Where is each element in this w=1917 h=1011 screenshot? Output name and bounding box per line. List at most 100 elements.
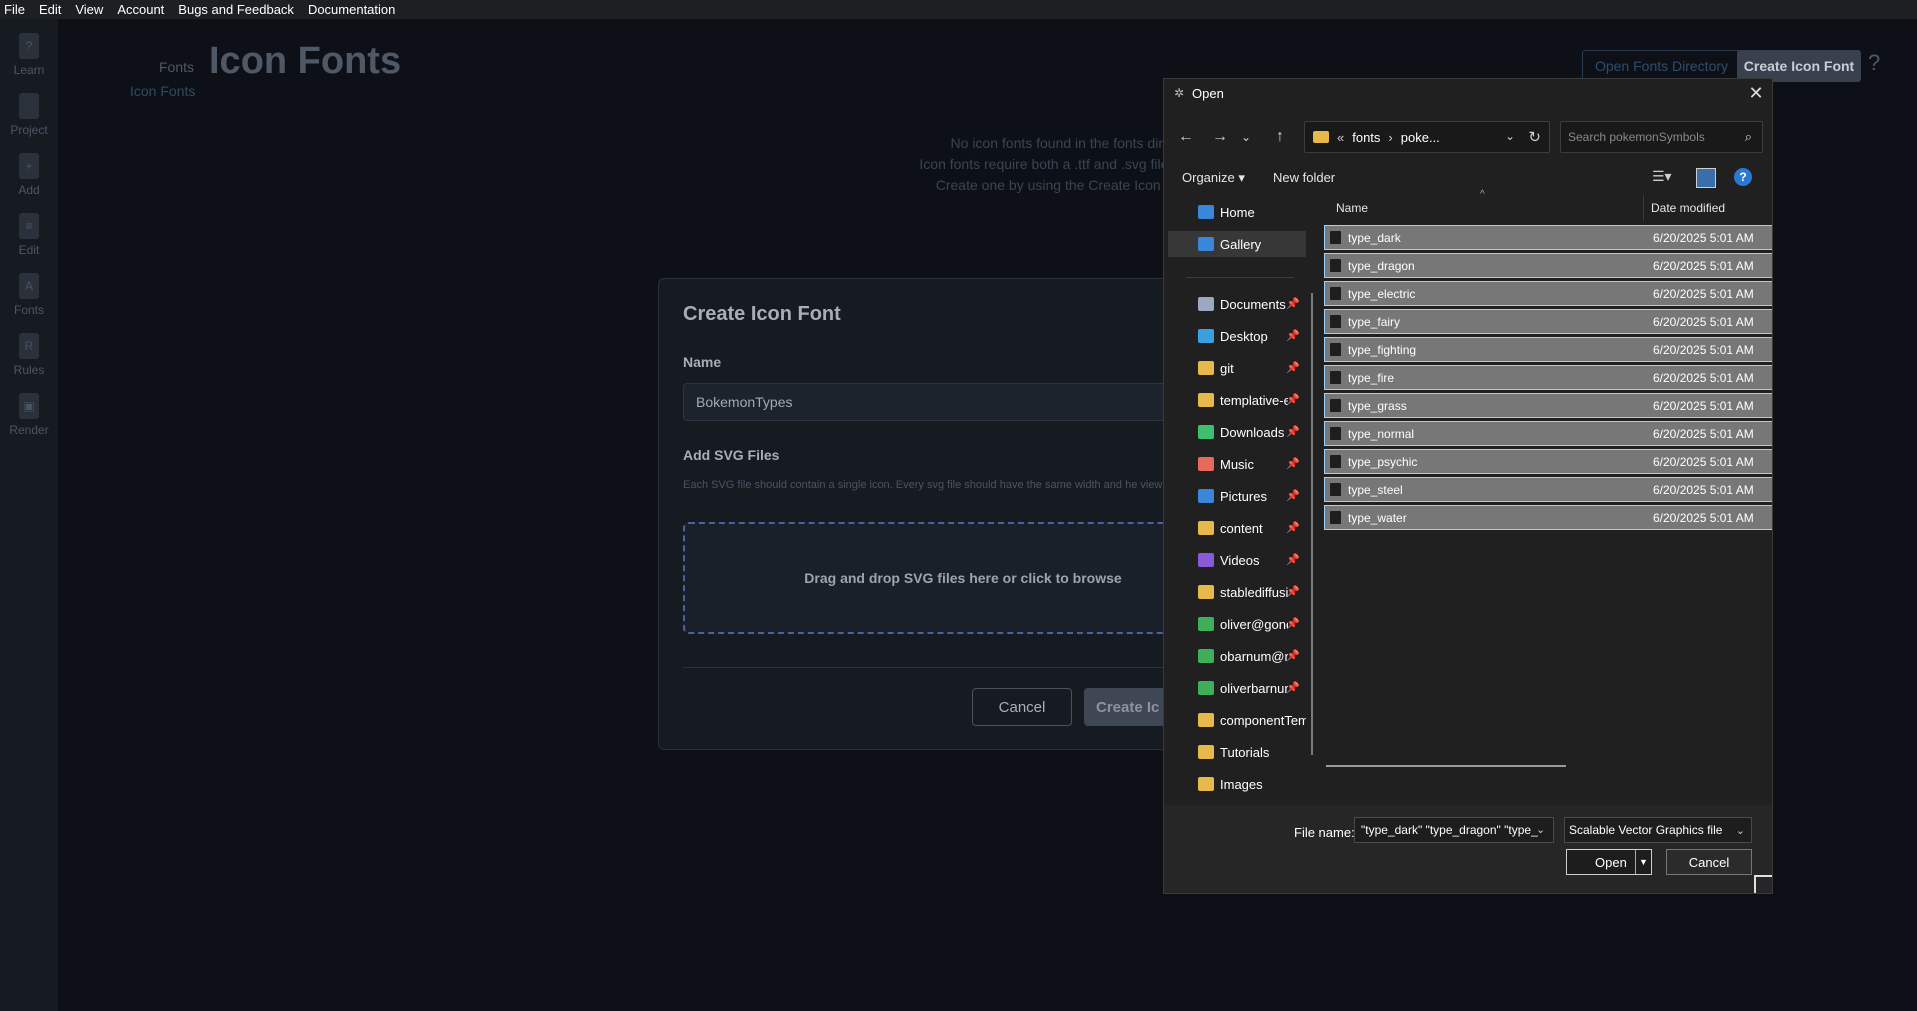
file-name: type_fairy xyxy=(1348,314,1401,329)
column-header-name[interactable]: Name xyxy=(1336,201,1368,215)
nav-item-documents[interactable]: Documents 📌 xyxy=(1168,291,1306,317)
file-date: 6/20/2025 5:01 AM xyxy=(1653,371,1754,385)
menu-edit[interactable]: Edit xyxy=(39,2,61,17)
add-svg-files-label: Add SVG Files xyxy=(683,447,780,463)
file-name: type_psychic xyxy=(1348,454,1418,469)
chevron-down-icon[interactable]: ⌄ xyxy=(1536,823,1545,836)
address-segment-fonts[interactable]: fonts xyxy=(1352,130,1380,145)
nav-item-downloads[interactable]: Downloads 📌 xyxy=(1168,419,1306,445)
open-button[interactable]: Open ▼ xyxy=(1566,849,1652,875)
horizontal-scrollbar[interactable] xyxy=(1326,765,1566,767)
modal-cancel-button[interactable]: Cancel xyxy=(972,688,1072,726)
view-options-icon[interactable]: ☰▾ xyxy=(1652,168,1682,188)
sidebar-item-project[interactable]: Project xyxy=(0,83,58,143)
up-arrow-icon[interactable]: ↑ xyxy=(1268,125,1292,149)
search-placeholder: Search pokemonSymbols xyxy=(1568,130,1705,144)
nav-item-templative[interactable]: templative-e 📌 xyxy=(1168,387,1306,413)
dialog-cancel-button[interactable]: Cancel xyxy=(1666,849,1752,875)
file-row[interactable]: type_electric 6/20/2025 5:01 AM xyxy=(1324,281,1772,306)
menu-documentation[interactable]: Documentation xyxy=(308,2,395,17)
nav-item-pictures[interactable]: Pictures 📌 xyxy=(1168,483,1306,509)
file-row[interactable]: type_normal 6/20/2025 5:01 AM xyxy=(1324,421,1772,446)
music-icon xyxy=(1198,457,1214,471)
file-name-input[interactable]: "type_dark" "type_dragon" "type_ xyxy=(1354,817,1554,843)
search-input[interactable]: Search pokemonSymbols ⌕ xyxy=(1560,121,1763,153)
google-drive-icon xyxy=(1198,649,1214,663)
breadcrumb-icon-fonts[interactable]: Icon Fonts xyxy=(130,83,195,99)
column-header-date[interactable]: Date modified xyxy=(1651,201,1725,215)
file-row[interactable]: type_psychic 6/20/2025 5:01 AM xyxy=(1324,449,1772,474)
create-icon-font-modal: Create Icon Font Name BokemonTypes Add S… xyxy=(658,278,1178,750)
svg-dropzone[interactable]: Drag and drop SVG files here or click to… xyxy=(683,522,1177,634)
menu-account[interactable]: Account xyxy=(117,2,164,17)
help-icon[interactable]: ? xyxy=(1868,50,1902,80)
sidebar-item-add[interactable]: + Add xyxy=(0,143,58,203)
nav-item-music[interactable]: Music 📌 xyxy=(1168,451,1306,477)
sidebar-item-fonts[interactable]: A Fonts xyxy=(0,263,58,323)
file-row[interactable]: type_fairy 6/20/2025 5:01 AM xyxy=(1324,309,1772,334)
new-folder-button[interactable]: New folder xyxy=(1273,170,1335,185)
file-name-label: File name: xyxy=(1294,825,1355,840)
pin-icon: 📌 xyxy=(1286,554,1300,566)
back-arrow-icon[interactable]: ← xyxy=(1174,125,1198,149)
preview-pane-icon[interactable] xyxy=(1696,168,1716,188)
nav-item-drive-oliver[interactable]: oliver@gone 📌 xyxy=(1168,611,1306,637)
sidebar-item-render[interactable]: ▣ Render xyxy=(0,383,58,443)
file-row[interactable]: type_fighting 6/20/2025 5:01 AM xyxy=(1324,337,1772,362)
refresh-icon[interactable]: ↻ xyxy=(1528,128,1541,146)
file-icon xyxy=(1330,315,1341,328)
name-input[interactable]: BokemonTypes xyxy=(683,383,1177,421)
nav-item-drive-oliverbarnum[interactable]: oliverbarnum 📌 xyxy=(1168,675,1306,701)
file-date: 6/20/2025 5:01 AM xyxy=(1653,455,1754,469)
folder-icon xyxy=(1198,361,1214,375)
rules-icon: R xyxy=(19,333,39,359)
pin-icon: 📌 xyxy=(1286,330,1300,342)
pin-icon: 📌 xyxy=(1286,298,1300,310)
nav-item-gallery[interactable]: Gallery xyxy=(1168,231,1306,257)
menu-file[interactable]: File xyxy=(4,2,25,17)
sidebar-item-rules[interactable]: R Rules xyxy=(0,323,58,383)
menu-bugs-and-feedback[interactable]: Bugs and Feedback xyxy=(178,2,294,17)
nav-item-stablediffusion[interactable]: stablediffusic 📌 xyxy=(1168,579,1306,605)
nav-item-drive-obarnum[interactable]: obarnum@n 📌 xyxy=(1168,643,1306,669)
forward-arrow-icon[interactable]: → xyxy=(1208,125,1232,149)
file-row[interactable]: type_water 6/20/2025 5:01 AM xyxy=(1324,505,1772,530)
file-row[interactable]: type_fire 6/20/2025 5:01 AM xyxy=(1324,365,1772,390)
file-row[interactable]: type_steel 6/20/2025 5:01 AM xyxy=(1324,477,1772,502)
close-icon[interactable]: ✕ xyxy=(1744,81,1768,105)
file-type-select[interactable]: Scalable Vector Graphics file ⌄ xyxy=(1564,817,1752,843)
nav-item-home[interactable]: Home xyxy=(1168,199,1306,225)
nav-item-componenttem[interactable]: componentTem xyxy=(1168,707,1306,733)
nav-item-tutorials[interactable]: Tutorials xyxy=(1168,739,1306,765)
nav-scrollbar[interactable] xyxy=(1311,293,1313,755)
column-divider[interactable] xyxy=(1643,195,1644,221)
open-options-chevron-icon[interactable]: ▼ xyxy=(1635,850,1651,874)
nav-item-label: stablediffusic xyxy=(1220,584,1288,600)
file-row[interactable]: type_dragon 6/20/2025 5:01 AM xyxy=(1324,253,1772,278)
file-row[interactable]: type_dark 6/20/2025 5:01 AM xyxy=(1324,225,1772,250)
address-bar[interactable]: « fonts › poke... ⌄ ↻ xyxy=(1304,121,1550,153)
resize-grip-icon[interactable] xyxy=(1754,875,1772,893)
app-icon: ✲ xyxy=(1173,86,1185,100)
organize-button[interactable]: Organize ▾ xyxy=(1182,170,1245,186)
folder-icon xyxy=(1198,713,1214,727)
address-segment-current[interactable]: poke... xyxy=(1401,130,1440,145)
sidebar-item-learn[interactable]: ? Learn xyxy=(0,23,58,83)
nav-item-label: Tutorials xyxy=(1220,744,1270,760)
breadcrumb-fonts[interactable]: Fonts xyxy=(159,59,194,75)
file-name: type_fire xyxy=(1348,370,1395,385)
menu-view[interactable]: View xyxy=(75,2,103,17)
dialog-titlebar[interactable]: ✲ Open ✕ xyxy=(1164,79,1772,107)
nav-item-images[interactable]: Images xyxy=(1168,771,1306,797)
sidebar-item-edit[interactable]: ≡ Edit xyxy=(0,203,58,263)
chevron-down-icon[interactable]: ⌄ xyxy=(1505,129,1515,143)
pin-icon: 📌 xyxy=(1286,586,1300,598)
nav-item-git[interactable]: git 📌 xyxy=(1168,355,1306,381)
recent-locations-chevron-icon[interactable]: ⌄ xyxy=(1234,125,1258,149)
address-overflow[interactable]: « xyxy=(1337,130,1344,145)
help-icon[interactable]: ? xyxy=(1734,168,1752,186)
file-row[interactable]: type_grass 6/20/2025 5:01 AM xyxy=(1324,393,1772,418)
nav-item-content[interactable]: content 📌 xyxy=(1168,515,1306,541)
nav-item-desktop[interactable]: Desktop 📌 xyxy=(1168,323,1306,349)
nav-item-videos[interactable]: Videos 📌 xyxy=(1168,547,1306,573)
